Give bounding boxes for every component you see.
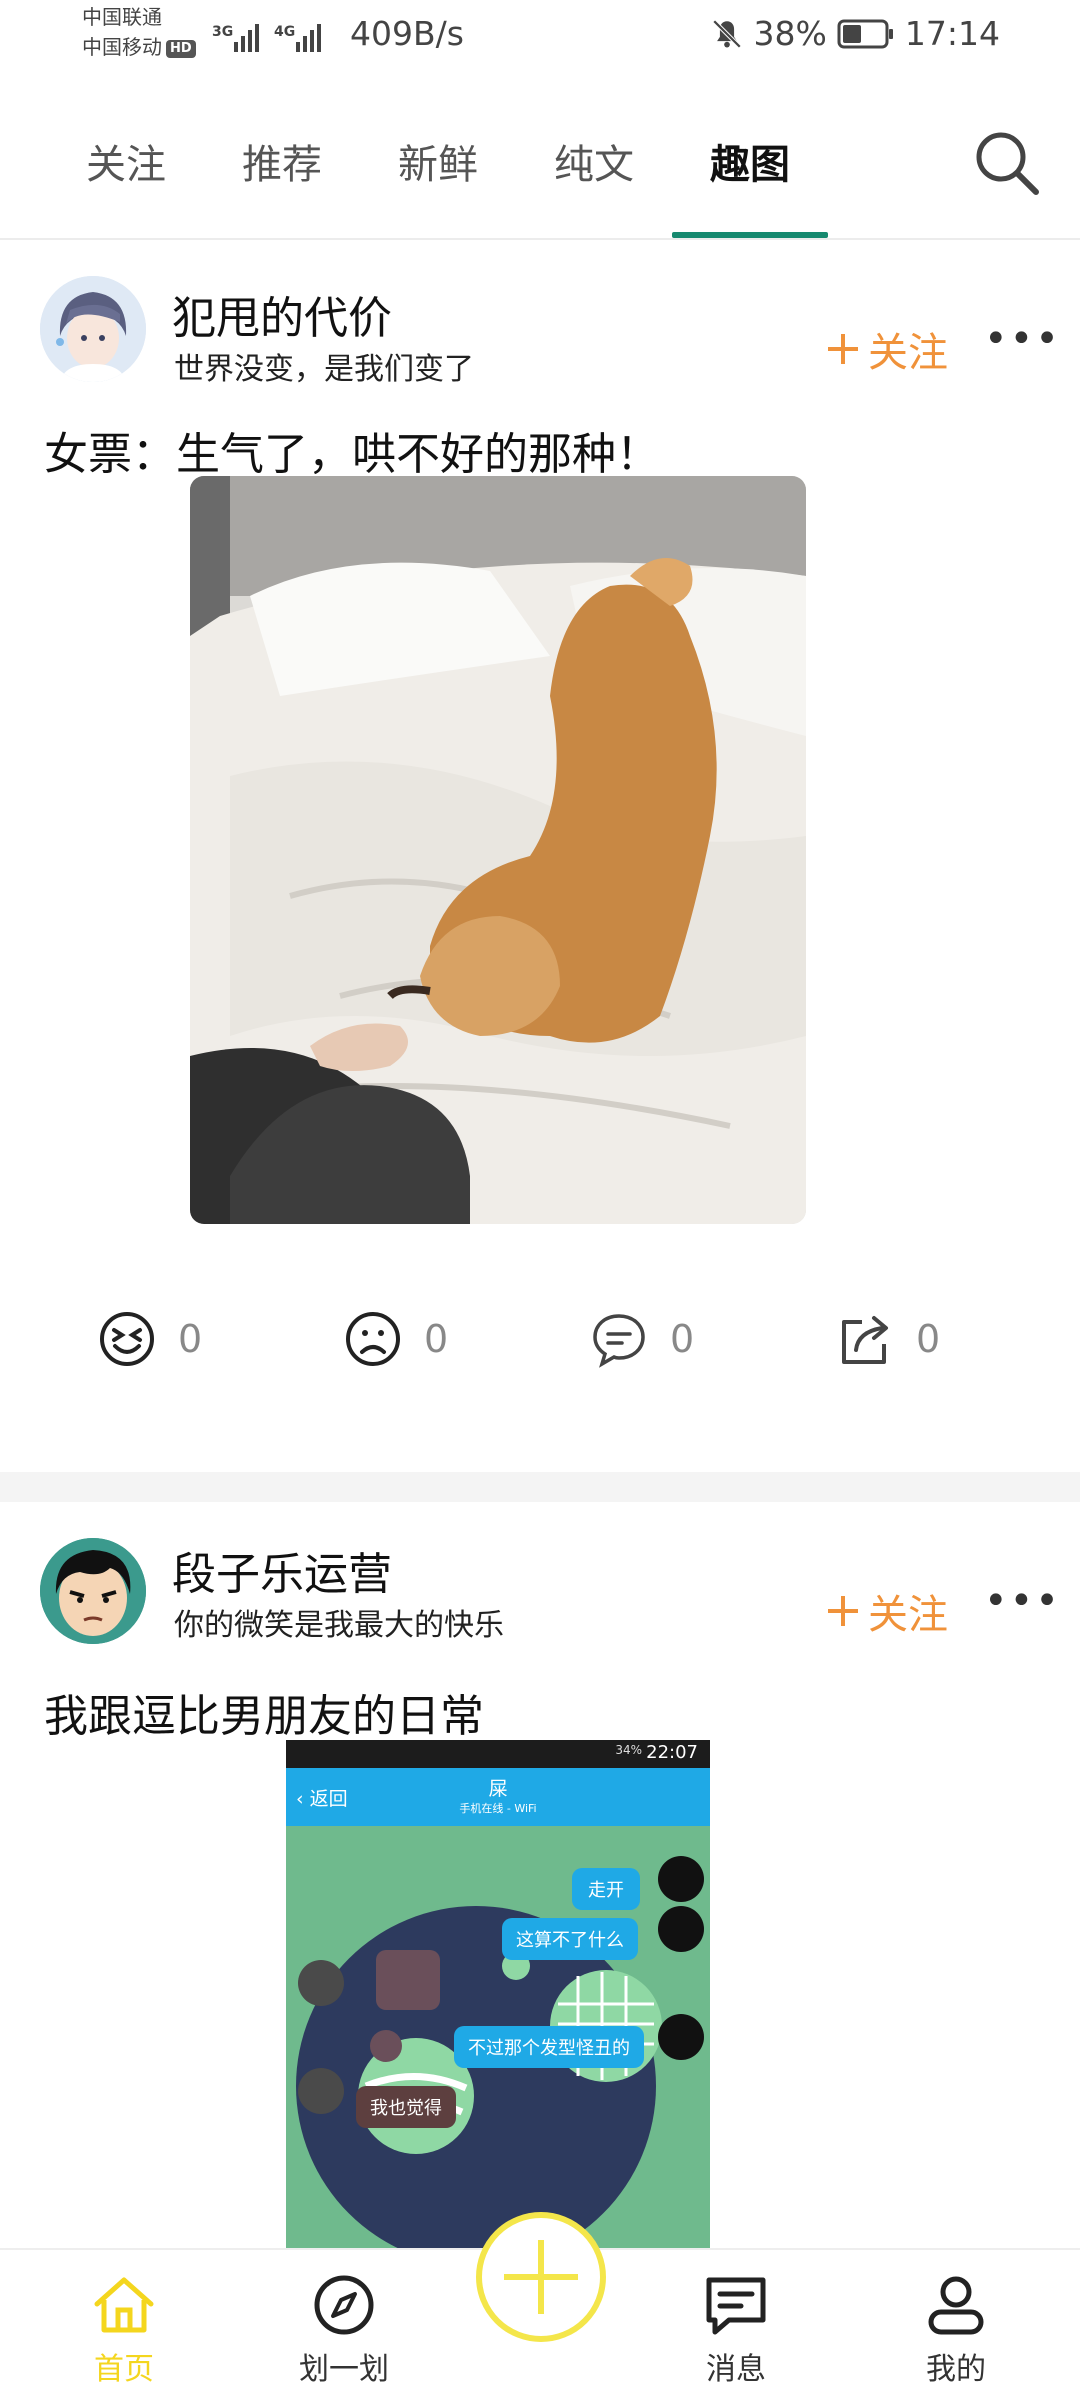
- carrier-1: 中国联通: [82, 5, 162, 29]
- plus-icon: [828, 334, 858, 364]
- embedded-battery: 34%: [615, 1743, 642, 1757]
- post-text: 女票：生气了，哄不好的那种！: [44, 429, 660, 480]
- mute-bell-icon: [712, 19, 741, 48]
- home-icon: [94, 2277, 154, 2333]
- comment-bubble-icon: [593, 1314, 645, 1368]
- sad-face-icon: [346, 1312, 400, 1366]
- feed-tabs: 关注 推荐 新鲜 纯文 趣图: [0, 90, 1080, 240]
- post-user-subtitle: 你的微笑是我最大的快乐: [174, 1608, 504, 1643]
- embedded-status-bar: 34% 22:07: [286, 1740, 710, 1768]
- more-options-icon[interactable]: •••: [984, 1578, 1061, 1624]
- dog-on-bed-image: [190, 476, 806, 1224]
- laugh-face-icon: [100, 1312, 154, 1366]
- avatar-image: [40, 276, 146, 382]
- laugh-count: 0: [178, 1317, 203, 1361]
- post-username[interactable]: 段子乐运营: [172, 1538, 392, 1602]
- status-right: 38% 17:14: [710, 14, 1000, 53]
- chat-bubble: 不过那个发型怪丑的: [454, 2026, 644, 2068]
- compass-icon: [314, 2275, 374, 2335]
- chat-bubble: 我也觉得: [356, 2086, 456, 2128]
- tab-recommend[interactable]: 推荐: [202, 132, 362, 190]
- signal-icon: 3G 4G: [212, 24, 321, 52]
- nav-profile-label: 我的: [926, 2352, 986, 2387]
- nav-messages[interactable]: 消息: [656, 2250, 816, 2388]
- post-text: 我跟逗比男朋友的日常: [44, 1691, 484, 1742]
- message-icon: [706, 2277, 766, 2335]
- tab-follow[interactable]: 关注: [46, 132, 206, 190]
- battery-percent: 38%: [753, 14, 827, 53]
- chat-avatar: [658, 1856, 704, 1902]
- tab-fresh[interactable]: 新鲜: [358, 132, 518, 190]
- post-image[interactable]: 34% 22:07 ‹ 返回 屎 手机在线 - WiFi 走开 这算不了什么 不…: [286, 1740, 710, 2248]
- signal-4g-label: 4G: [274, 24, 295, 40]
- plus-icon: [828, 1596, 858, 1626]
- share-count: 0: [916, 1317, 941, 1361]
- follow-label: 关注: [868, 330, 948, 376]
- profile-icon: [928, 2276, 984, 2335]
- post-card: 犯甩的代价 世界没变，是我们变了 关注 ••• 女票：生气了，哄不好的那种！ 0: [0, 240, 1080, 1472]
- signal-3g-label: 3G: [212, 24, 233, 40]
- follow-button[interactable]: 关注: [826, 1582, 948, 1640]
- net-speed: 409B/s: [350, 14, 464, 53]
- laugh-action[interactable]: 0: [98, 1310, 202, 1368]
- publish-button[interactable]: [476, 2212, 606, 2342]
- sad-count: 0: [424, 1317, 449, 1361]
- nav-swipe-label: 划一划: [299, 2352, 389, 2387]
- status-bar: 中国联通 中国移动 HD 3G 4G 409B/s 38% 17:14: [0, 0, 1080, 78]
- embedded-chat-title: 屎: [488, 1778, 508, 1800]
- embedded-chat-subtitle: 手机在线 - WiFi: [459, 1802, 537, 1815]
- follow-label: 关注: [868, 1592, 948, 1638]
- chat-avatar: [298, 2068, 344, 2114]
- hd-badge: HD: [166, 39, 196, 58]
- sad-action[interactable]: 0: [344, 1310, 448, 1368]
- post-user-subtitle: 世界没变，是我们变了: [174, 352, 474, 387]
- chat-avatar: [298, 1960, 344, 2006]
- nav-messages-label: 消息: [706, 2352, 766, 2387]
- chat-bubble: 这算不了什么: [502, 1918, 638, 1960]
- nav-profile[interactable]: 我的: [876, 2250, 1036, 2388]
- tab-funny-pics[interactable]: 趣图: [670, 132, 830, 190]
- comment-action[interactable]: 0: [590, 1310, 694, 1368]
- chat-avatar: [658, 1906, 704, 1952]
- battery-icon: [837, 19, 893, 48]
- nav-home[interactable]: 首页: [44, 2250, 204, 2388]
- embedded-chat-header: ‹ 返回 屎 手机在线 - WiFi: [286, 1768, 710, 1826]
- share-icon: [842, 1316, 888, 1364]
- chat-bubble: 走开: [572, 1868, 640, 1910]
- nav-swipe[interactable]: 划一划: [264, 2250, 424, 2388]
- more-options-icon[interactable]: •••: [984, 316, 1061, 362]
- share-action[interactable]: 0: [836, 1310, 940, 1368]
- carrier-2: 中国移动 HD: [82, 34, 196, 60]
- search-icon[interactable]: [970, 126, 1044, 200]
- clock: 17:14: [904, 14, 1000, 53]
- post-card: 段子乐运营 你的微笑是我最大的快乐 关注 ••• 我跟逗比男朋友的日常 34% …: [0, 1502, 1080, 2248]
- embedded-time: 22:07: [646, 1742, 698, 1763]
- carrier-2-text: 中国移动: [82, 35, 162, 59]
- avatar-image: [40, 1538, 146, 1644]
- follow-button[interactable]: 关注: [826, 320, 948, 378]
- active-tab-indicator: [672, 232, 828, 238]
- nav-home-label: 首页: [94, 2352, 154, 2387]
- avatar[interactable]: [40, 1538, 146, 1644]
- avatar[interactable]: [40, 276, 146, 382]
- comment-count: 0: [670, 1317, 695, 1361]
- post-username[interactable]: 犯甩的代价: [172, 282, 392, 346]
- post-image[interactable]: [190, 476, 806, 1224]
- post-divider: [0, 1472, 1080, 1502]
- chat-avatar: [658, 2014, 704, 2060]
- tab-text[interactable]: 纯文: [514, 132, 674, 190]
- sticker-image: [376, 1950, 440, 2010]
- plus-icon: [504, 2240, 578, 2314]
